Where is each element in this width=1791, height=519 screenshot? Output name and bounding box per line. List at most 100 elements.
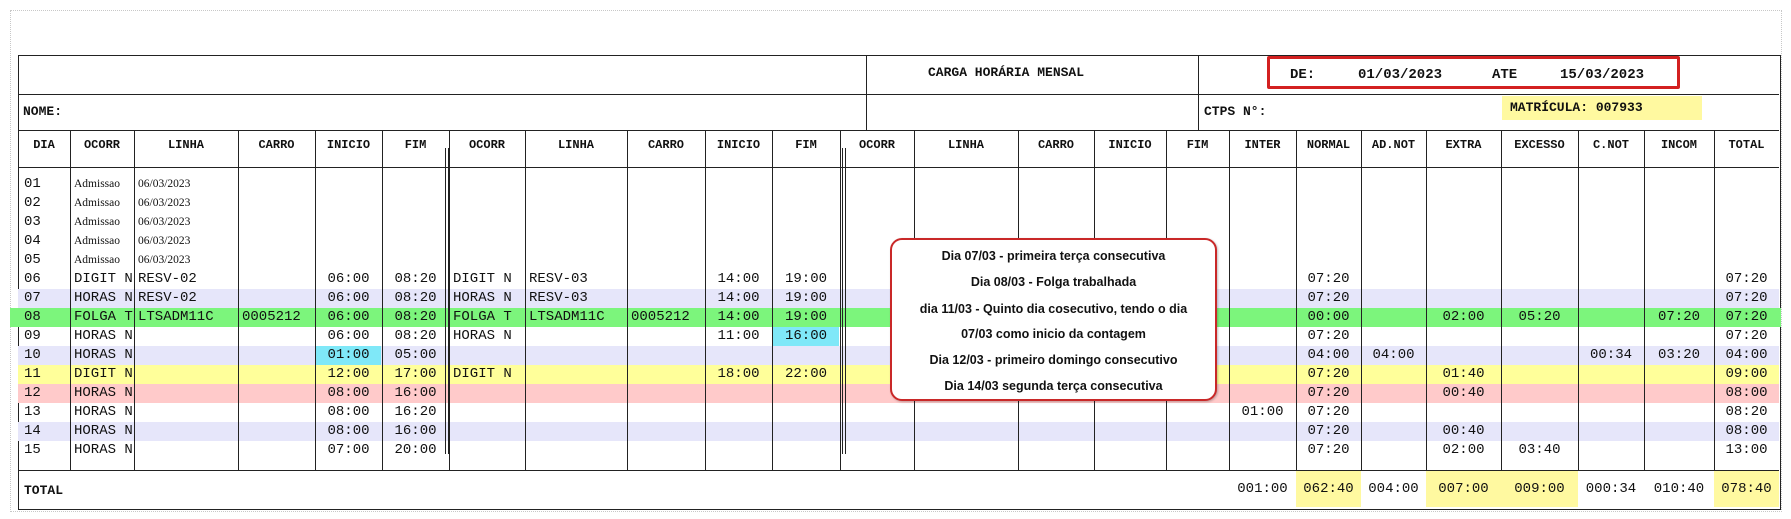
cell-fim2: 19:00 (784, 290, 827, 306)
cell-fim1: 08:20 (394, 328, 437, 344)
cell-normal: 07:20 (1307, 290, 1350, 306)
column-header: LINHA (167, 138, 204, 152)
cell-fim2: 19:00 (784, 271, 827, 287)
cell-dia: 15 (24, 442, 41, 458)
column-divider (70, 130, 71, 470)
column-header: FIM (795, 138, 817, 152)
cell-total: 08:00 (1725, 385, 1768, 401)
cell-fim1: 08:20 (394, 271, 437, 287)
cell-ocorr1: Admissao (74, 235, 120, 247)
cell-incom: 07:20 (1657, 309, 1700, 325)
column-header: CARRO (258, 138, 295, 152)
total-total: 078:40 (1714, 471, 1779, 507)
cell-ocorr2: HORAS N (453, 290, 512, 306)
cell-fim1: 05:00 (394, 347, 437, 363)
cell-ocorr1: DIGIT N (74, 271, 133, 287)
cell-incom: 03:20 (1657, 347, 1700, 363)
cell-fim2: 19:00 (784, 309, 827, 325)
totals-label: TOTAL (24, 483, 64, 498)
column-header: AD.NOT (1371, 138, 1416, 152)
cell-inicio2: 14:00 (717, 309, 760, 325)
column-header: DIA (33, 138, 55, 152)
cell-ocorr2: FOLGA T (453, 309, 512, 325)
cell-dia: 05 (24, 252, 41, 268)
cell-linha2: RESV-03 (529, 290, 588, 306)
cell-ocorr1: FOLGA T (74, 309, 133, 325)
cell-total: 08:00 (1725, 423, 1768, 439)
ate-date: 15/03/2023 (1560, 67, 1645, 83)
cell-dia: 01 (24, 176, 41, 192)
cell-ocorr2: DIGIT N (453, 271, 512, 287)
cell-adnot: 04:00 (1372, 347, 1415, 363)
cell-fim2: 16:00 (773, 327, 839, 346)
header-vdivider (1198, 55, 1199, 130)
cell-dia: 07 (24, 290, 41, 306)
cell-linha1: LTSADM11C (138, 309, 214, 325)
column-header: NORMAL (1306, 138, 1351, 152)
total-excesso: 009:00 (1501, 471, 1578, 507)
cell-linha1: 06/03/2023 (138, 235, 191, 247)
section-double-rule (448, 148, 449, 454)
column-header: OCORR (858, 138, 895, 152)
cell-linha1: 06/03/2023 (138, 216, 191, 228)
cell-total: 07:20 (1725, 309, 1768, 325)
column-divider (1644, 130, 1645, 470)
cell-linha1: RESV-02 (138, 271, 197, 287)
column-header: INICIO (716, 138, 761, 152)
column-divider (238, 130, 239, 470)
cell-extra: 00:40 (1442, 423, 1485, 439)
cell-normal: 04:00 (1307, 347, 1350, 363)
cell-extra: 02:00 (1442, 309, 1485, 325)
cell-ocorr1: DIGIT N (74, 366, 133, 382)
total-cnot: 000:34 (1585, 481, 1637, 497)
cell-ocorr2: HORAS N (453, 328, 512, 344)
cell-normal: 07:20 (1307, 423, 1350, 439)
cell-ocorr1: HORAS N (74, 423, 133, 439)
total-normal: 062:40 (1296, 471, 1361, 507)
cell-cnot: 00:34 (1589, 347, 1632, 363)
cell-ocorr1: Admissao (74, 254, 120, 266)
cell-dia: 03 (24, 214, 41, 230)
cell-inicio1: 08:00 (327, 404, 370, 420)
cell-ocorr1: HORAS N (74, 290, 133, 306)
header-vdivider (866, 55, 867, 130)
note-line: Dia 07/03 - primeira terça consecutiva (941, 249, 1166, 263)
cell-ocorr1: HORAS N (74, 404, 133, 420)
section-double-rule (842, 148, 843, 454)
column-divider (627, 130, 628, 470)
ate-label: ATE (1492, 67, 1518, 83)
cell-ocorr1: Admissao (74, 216, 120, 228)
cell-inicio2: 14:00 (717, 290, 760, 306)
cell-inicio2: 14:00 (717, 271, 760, 287)
column-divider (840, 130, 841, 470)
cell-fim1: 20:00 (394, 442, 437, 458)
note-line: Dia 14/03 segunda terça consecutiva (944, 379, 1163, 393)
total-inter: 001:00 (1237, 481, 1288, 497)
column-divider (1426, 130, 1427, 470)
column-header: INTER (1244, 138, 1281, 152)
ctps-label: CTPS N°: (1204, 104, 1267, 119)
cell-normal: 07:20 (1307, 404, 1350, 420)
cell-linha2: RESV-03 (529, 271, 588, 287)
cell-dia: 04 (24, 233, 41, 249)
cell-inicio1: 08:00 (327, 423, 370, 439)
cell-excesso: 05:20 (1518, 309, 1561, 325)
cell-normal: 07:20 (1307, 442, 1350, 458)
column-header: EXTRA (1445, 138, 1482, 152)
column-header: FIM (404, 138, 427, 152)
cell-normal: 07:20 (1307, 271, 1350, 287)
cell-total: 07:20 (1725, 328, 1768, 344)
cell-linha2: LTSADM11C (529, 309, 605, 325)
cell-dia: 09 (24, 328, 41, 344)
cell-dia: 06 (24, 271, 41, 287)
cell-inicio1: 06:00 (327, 309, 370, 325)
cell-inicio1: 06:00 (327, 290, 370, 306)
cell-total: 13:00 (1725, 442, 1768, 458)
cell-total: 08:20 (1725, 404, 1768, 420)
note-line: 07/03 como inicio da contagem (961, 327, 1146, 341)
row-highlight-blue (18, 422, 1779, 441)
cell-total: 04:00 (1725, 347, 1768, 363)
cell-inicio1: 06:00 (327, 328, 370, 344)
column-divider (1578, 130, 1579, 470)
column-header: INICIO (326, 138, 371, 152)
